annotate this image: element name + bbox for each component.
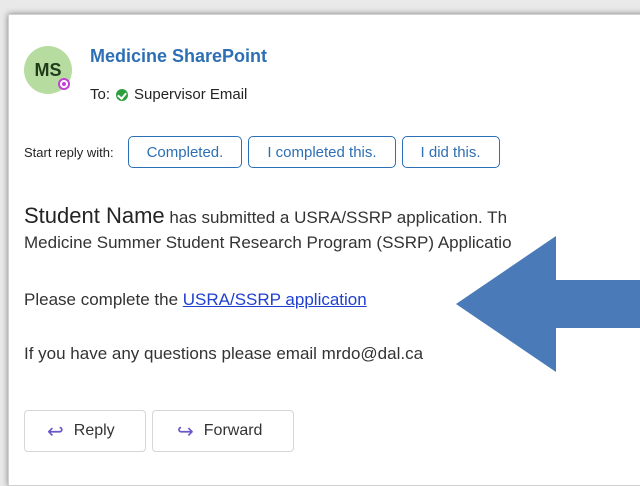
student-name: Student Name bbox=[24, 203, 165, 228]
recipient-row: To: Supervisor Email bbox=[90, 86, 247, 103]
avatar-initials: MS bbox=[34, 59, 62, 80]
available-check-icon bbox=[116, 88, 129, 101]
pointer-arrow-icon bbox=[456, 236, 640, 372]
suggested-replies-label: Start reply with: bbox=[24, 144, 114, 160]
suggested-reply-i-completed-this[interactable]: I completed this. bbox=[248, 136, 396, 168]
forward-label: Forward bbox=[203, 422, 263, 439]
application-link[interactable]: USRA/SSRP application bbox=[183, 290, 367, 309]
reply-button[interactable]: ↩ Reply bbox=[24, 410, 146, 452]
reply-label: Reply bbox=[73, 422, 115, 439]
sender-name[interactable]: Medicine SharePoint bbox=[90, 46, 267, 67]
presence-icon bbox=[58, 78, 70, 90]
to-label: To: bbox=[90, 86, 111, 103]
forward-button[interactable]: ↪ Forward bbox=[152, 410, 294, 452]
recipient-name[interactable]: Supervisor Email bbox=[134, 86, 247, 103]
body-line1: has submitted a USRA/SSRP application. T… bbox=[164, 208, 508, 227]
suggested-reply-i-did-this[interactable]: I did this. bbox=[401, 136, 500, 168]
suggested-replies: Start reply with: Completed. I completed… bbox=[24, 136, 506, 168]
suggested-reply-completed[interactable]: Completed. bbox=[127, 136, 243, 168]
body-line4: If you have any questions please email m… bbox=[24, 344, 424, 363]
body-line3-prefix: Please complete the bbox=[24, 290, 183, 309]
body-line3: Please complete the USRA/SSRP applicatio… bbox=[24, 290, 367, 310]
reply-arrow-icon: ↩ bbox=[47, 420, 64, 443]
body-line2: Medicine Summer Student Research Program… bbox=[24, 233, 512, 252]
forward-arrow-icon: ↪ bbox=[177, 420, 194, 443]
